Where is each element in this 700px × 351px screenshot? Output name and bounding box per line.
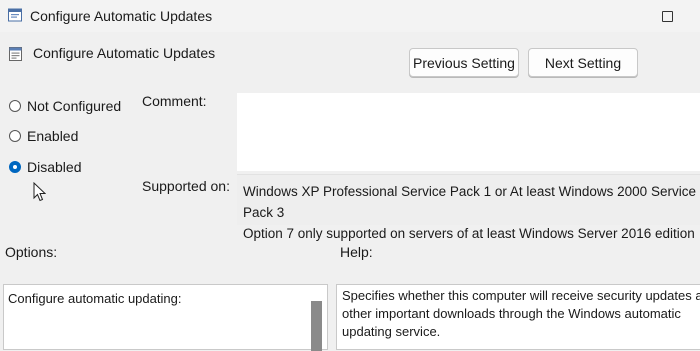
policy-name: Configure Automatic Updates bbox=[33, 45, 216, 61]
help-line: other important downloads through the Wi… bbox=[342, 306, 681, 321]
policy-app-icon bbox=[8, 8, 22, 22]
supported-on-label: Supported on: bbox=[142, 178, 230, 194]
comment-field[interactable] bbox=[237, 93, 700, 171]
help-label: Help: bbox=[340, 244, 373, 260]
help-line: updating service. bbox=[342, 324, 441, 339]
radio-not-configured[interactable]: Not Configured bbox=[9, 98, 121, 114]
mouse-pointer-icon bbox=[33, 182, 46, 202]
radio-button[interactable] bbox=[9, 100, 21, 112]
next-setting-button[interactable]: Next Setting bbox=[528, 48, 638, 77]
options-heading: Configure automatic updating: bbox=[8, 291, 182, 306]
maximize-icon bbox=[661, 10, 673, 22]
radio-label: Not Configured bbox=[27, 98, 122, 114]
radio-button-selected[interactable] bbox=[9, 161, 21, 173]
help-line: Specifies whether this computer will rec… bbox=[342, 288, 700, 303]
policy-setting-icon bbox=[9, 47, 22, 61]
title-bar: Configure Automatic Updates bbox=[0, 0, 700, 32]
radio-label: Enabled bbox=[27, 128, 79, 144]
options-label: Options: bbox=[5, 244, 58, 260]
comment-label: Comment: bbox=[142, 93, 207, 109]
radio-disabled[interactable]: Disabled bbox=[9, 159, 81, 175]
supported-line: Option 7 only supported on servers of at… bbox=[243, 226, 695, 241]
supported-line: Windows XP Professional Service Pack 1 o… bbox=[243, 184, 696, 220]
radio-enabled[interactable]: Enabled bbox=[9, 128, 78, 144]
radio-button[interactable] bbox=[9, 130, 21, 142]
window-title: Configure Automatic Updates bbox=[30, 8, 213, 24]
supported-on-text: Windows XP Professional Service Pack 1 o… bbox=[243, 181, 698, 244]
help-text: Specifies whether this computer will rec… bbox=[342, 287, 700, 341]
previous-setting-button[interactable]: Previous Setting bbox=[409, 48, 519, 77]
radio-label: Disabled bbox=[27, 159, 82, 175]
maximize-button[interactable] bbox=[656, 6, 678, 26]
